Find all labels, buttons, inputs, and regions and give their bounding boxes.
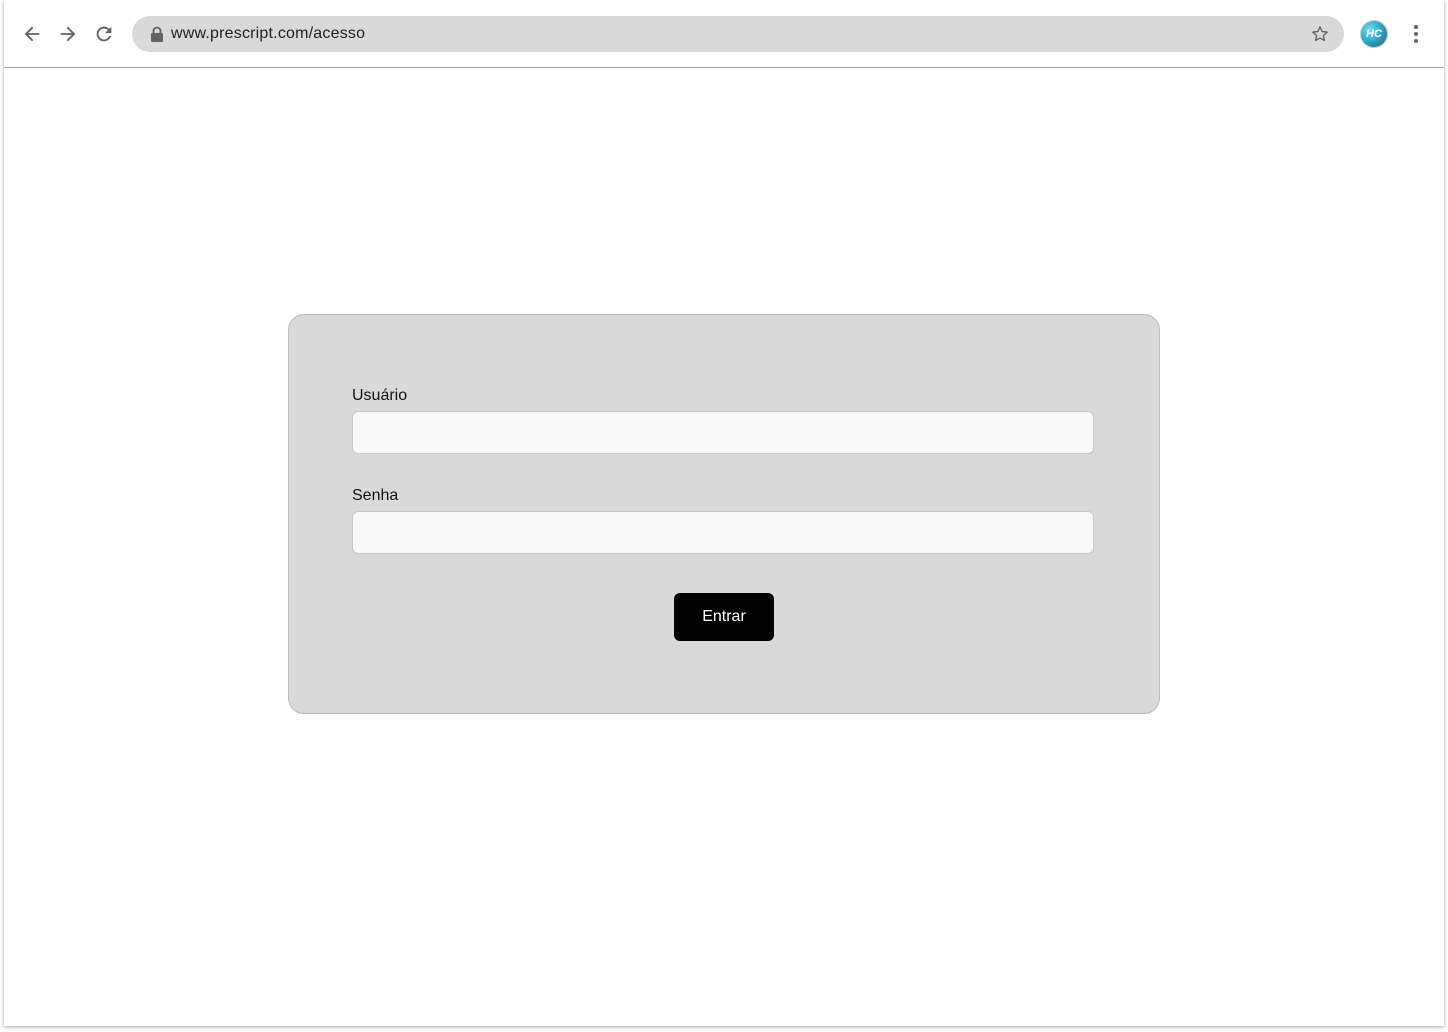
forward-button[interactable] bbox=[54, 20, 82, 48]
login-card: Usuário Senha Entrar bbox=[288, 314, 1160, 714]
avatar-initials: HC bbox=[1366, 28, 1382, 40]
browser-toolbar: www.prescript.com/acesso HC bbox=[4, 0, 1444, 68]
back-arrow-icon bbox=[24, 26, 40, 42]
profile-avatar[interactable]: HC bbox=[1360, 20, 1388, 48]
password-input[interactable] bbox=[352, 511, 1094, 554]
forward-arrow-icon bbox=[60, 26, 76, 42]
page-content: Usuário Senha Entrar bbox=[4, 68, 1444, 1026]
back-button[interactable] bbox=[18, 20, 46, 48]
username-input[interactable] bbox=[352, 411, 1094, 454]
more-vertical-icon[interactable] bbox=[1406, 22, 1426, 46]
username-label: Usuário bbox=[352, 387, 408, 404]
reload-button[interactable] bbox=[90, 20, 118, 48]
browser-window: www.prescript.com/acesso HC Usuário Senh… bbox=[4, 0, 1444, 1026]
login-button[interactable]: Entrar bbox=[674, 593, 774, 641]
url-text[interactable]: www.prescript.com/acesso bbox=[171, 16, 365, 52]
star-icon[interactable] bbox=[1310, 24, 1330, 44]
password-label: Senha bbox=[352, 487, 399, 504]
reload-icon bbox=[96, 26, 112, 42]
lock-icon bbox=[151, 26, 163, 42]
address-bar[interactable]: www.prescript.com/acesso bbox=[132, 16, 1344, 52]
